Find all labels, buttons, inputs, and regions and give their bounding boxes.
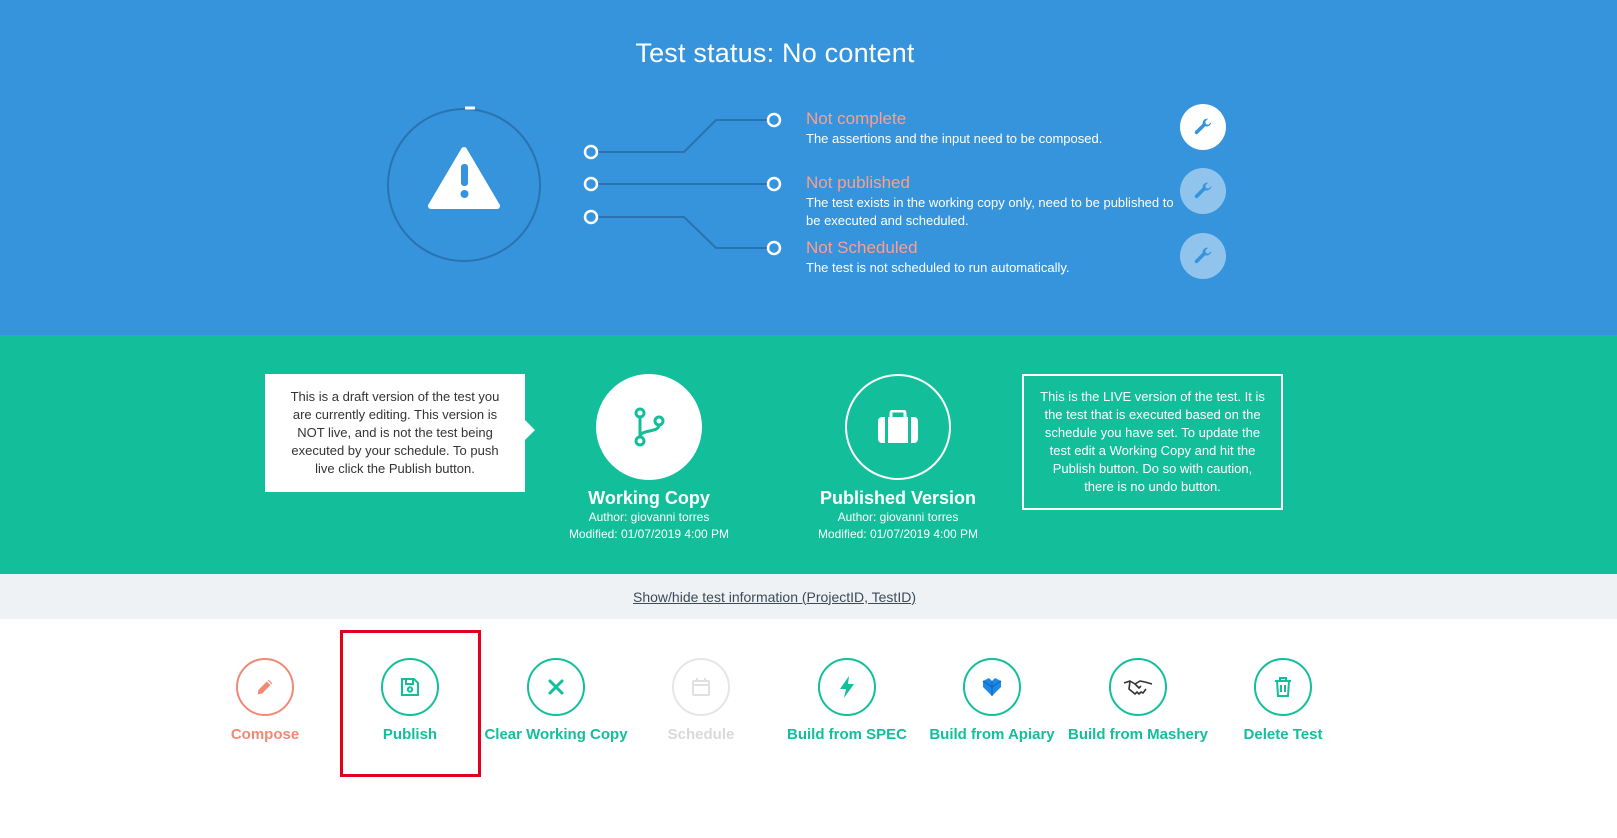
compose-label: Compose [230,726,300,743]
delete-test-label: Delete Test [1243,726,1323,743]
show-hide-test-info-link[interactable]: Show/hide test information (ProjectID, T… [633,589,916,605]
status-row-label: Not published [806,173,910,192]
schedule-wrench-button[interactable] [1180,233,1226,279]
compose-button[interactable]: Compose [190,658,340,746]
working-copy-author: Author: giovanni torres [588,510,710,524]
schedule-circle [672,658,730,716]
status-diagram [387,106,782,262]
schedule-button[interactable]: Schedule [626,658,776,746]
published-version-button[interactable] [845,374,951,480]
published-version-info: Published Version Author: giovanni torre… [788,487,1008,543]
test-info-bar: Show/hide test information (ProjectID, T… [0,574,1617,619]
clear-working-copy-button[interactable]: Clear Working Copy [481,658,631,746]
status-row-not-complete: Not complete The assertions and the inpu… [806,109,1176,148]
delete-test-button[interactable]: Delete Test [1208,658,1358,746]
build-from-mashery-circle [1109,658,1167,716]
wrench-icon [1194,182,1212,199]
trash-icon [1275,677,1291,697]
handshake-icon [1123,680,1153,695]
schedule-label: Schedule [667,726,735,743]
build-from-apiary-button[interactable]: Build from Apiary [917,658,1067,746]
wrench-icon [1194,247,1212,264]
pencil-icon [257,679,273,695]
clear-working-copy-circle [527,658,585,716]
delete-test-circle [1254,658,1312,716]
build-from-spec-circle [818,658,876,716]
test-status-panel: Test status: No content Not complete The… [0,0,1617,335]
close-icon [548,679,564,695]
apiary-hexagon-icon [982,678,1002,696]
working-copy-button[interactable] [596,374,702,480]
status-row-not-published: Not published The test exists in the wor… [806,173,1176,230]
git-branch-icon [634,407,665,447]
wrench-icon [1194,118,1212,135]
status-row-description: The test exists in the working copy only… [806,195,1174,228]
status-row-label: Not Scheduled [806,238,918,257]
draft-note: This is a draft version of the test you … [265,374,535,492]
working-copy-modified: Modified: 01/07/2019 4:00 PM [568,527,730,541]
build-from-apiary-label: Build from Apiary [929,726,1055,743]
publish-label: Publish [382,726,438,743]
versions-panel: This is a draft version of the test you … [0,335,1617,574]
published-version-name: Published Version [819,488,977,508]
status-row-label: Not complete [806,109,907,128]
build-from-spec-label: Build from SPEC [786,726,907,743]
publish-button[interactable]: Publish [335,658,485,746]
published-version-author: Author: giovanni torres [837,510,959,524]
status-row-description: The test is not scheduled to run automat… [806,260,1070,275]
clear-working-copy-label: Clear Working Copy [484,726,628,743]
compose-wrench-button[interactable] [1180,104,1226,150]
floppy-disk-icon [401,678,419,696]
status-connectors [598,119,767,249]
build-from-apiary-circle [963,658,1021,716]
publish-wrench-button[interactable] [1180,168,1226,214]
build-from-mashery-button[interactable]: Build from Mashery [1063,658,1213,746]
working-copy-info: Working Copy Author: giovanni torres Mod… [539,487,759,543]
warning-triangle-icon [428,147,500,209]
lightning-icon [840,676,854,698]
status-row-not-scheduled: Not Scheduled The test is not scheduled … [806,238,1176,277]
compose-circle [236,658,294,716]
build-from-spec-button[interactable]: Build from SPEC [772,658,922,746]
live-note: This is the LIVE version of the test. It… [1022,374,1283,510]
briefcase-icon [878,410,918,443]
build-from-mashery-label: Build from Mashery [1067,726,1209,743]
publish-circle [381,658,439,716]
working-copy-name: Working Copy [588,488,710,508]
published-version-modified: Modified: 01/07/2019 4:00 PM [817,527,979,541]
status-row-description: The assertions and the input need to be … [806,131,1103,146]
calendar-icon [692,678,710,696]
